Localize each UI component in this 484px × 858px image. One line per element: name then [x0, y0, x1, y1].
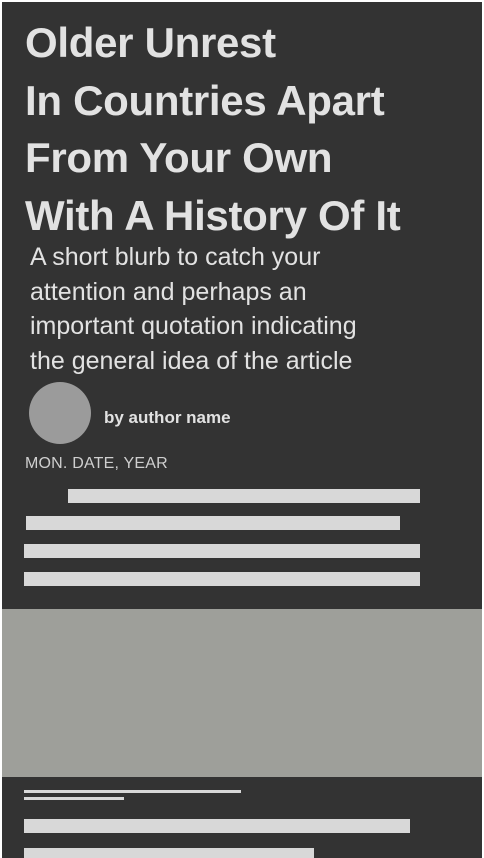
publish-date: MON. DATE, YEAR: [25, 455, 168, 472]
text-placeholder-line: [24, 544, 420, 558]
headline-line: In Countries Apart: [25, 76, 385, 124]
blurb-line: attention and perhaps an: [30, 277, 307, 306]
text-placeholder-line: [24, 572, 420, 586]
caption-placeholder-line: [24, 790, 241, 793]
image-placeholder: [2, 609, 482, 777]
article-blurb: A short blurb to catch your attention an…: [30, 240, 470, 378]
blurb-line: the general idea of the article: [30, 346, 353, 375]
author-byline[interactable]: by author name: [104, 408, 231, 428]
blurb-line: A short blurb to catch your: [30, 243, 321, 271]
text-placeholder-line: [26, 516, 400, 530]
text-placeholder-line: [24, 848, 314, 858]
caption-placeholder-line: [24, 797, 124, 800]
article-page: Older Unrest In Countries Apart From You…: [2, 2, 482, 858]
article-headline: Older Unrest In Countries Apart From You…: [25, 14, 475, 244]
headline-line: Older Unrest: [25, 19, 276, 66]
headline-line: With A History Of It: [25, 191, 401, 239]
text-placeholder-line: [68, 489, 420, 503]
headline-line: From Your Own: [25, 134, 333, 181]
blurb-line: important quotation indicating: [30, 312, 357, 340]
text-placeholder-line: [24, 819, 410, 833]
author-avatar: [29, 382, 91, 444]
